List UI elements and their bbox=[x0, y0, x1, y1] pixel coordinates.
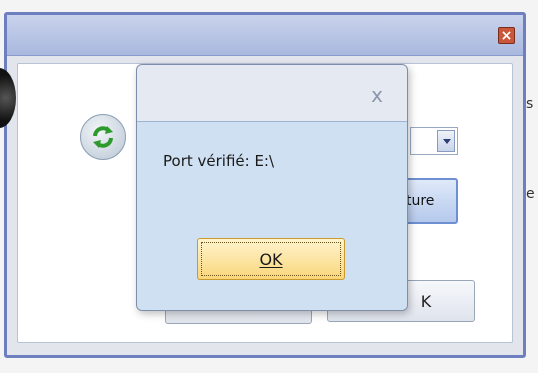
fermeture-button-label: ture bbox=[406, 193, 435, 209]
port-select[interactable] bbox=[410, 127, 458, 155]
clipped-text: s bbox=[526, 96, 534, 112]
close-icon[interactable]: x bbox=[371, 85, 383, 105]
ok-button-label: OK bbox=[259, 249, 283, 269]
refresh-arrows-icon bbox=[93, 126, 113, 148]
fermeture-button[interactable]: ture bbox=[400, 178, 458, 224]
background-window-titlebar: × bbox=[7, 15, 523, 56]
ok-button[interactable]: OK bbox=[197, 238, 345, 280]
dialog-message: Port vérifié: E:\ bbox=[163, 152, 275, 170]
message-dialog: x Port vérifié: E:\ OK bbox=[136, 64, 408, 311]
dialog-body: Port vérifié: E:\ OK bbox=[137, 121, 407, 310]
clipped-text: e bbox=[526, 186, 535, 202]
refresh-icon[interactable] bbox=[80, 114, 126, 160]
background-cancel-label: K bbox=[420, 291, 432, 311]
dialog-header: x bbox=[137, 65, 407, 121]
close-icon[interactable]: × bbox=[498, 27, 515, 44]
chevron-down-icon[interactable] bbox=[437, 130, 455, 152]
